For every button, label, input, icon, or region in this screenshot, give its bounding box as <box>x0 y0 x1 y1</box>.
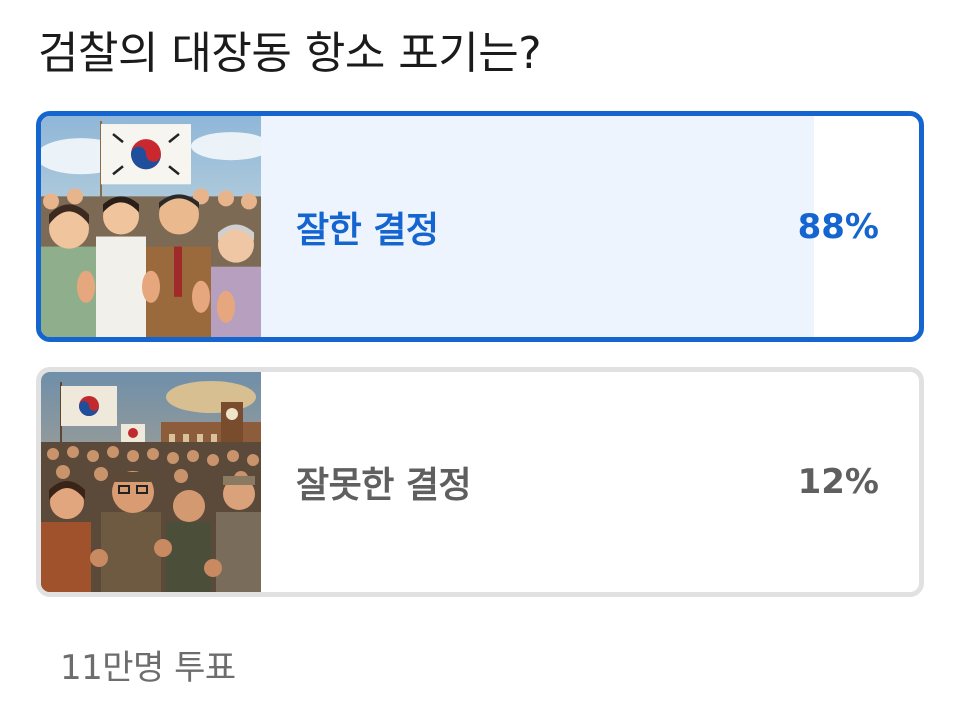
option-percentage: 88% <box>797 206 879 247</box>
option-percentage: 12% <box>797 462 879 502</box>
poll-question: 검찰의 대장동 항소 포기는? <box>38 28 542 79</box>
protest-crowd-image <box>41 372 261 592</box>
celebrating-crowd-image <box>41 116 261 337</box>
option-label: 잘한 결정 <box>296 209 439 251</box>
poll-option-bad-decision[interactable]: 잘못한 결정 12% <box>36 367 924 597</box>
vote-count: 11만명 투표 <box>60 648 236 688</box>
option-label: 잘못한 결정 <box>296 465 472 506</box>
poll-option-good-decision[interactable]: 잘한 결정 88% <box>36 111 924 342</box>
